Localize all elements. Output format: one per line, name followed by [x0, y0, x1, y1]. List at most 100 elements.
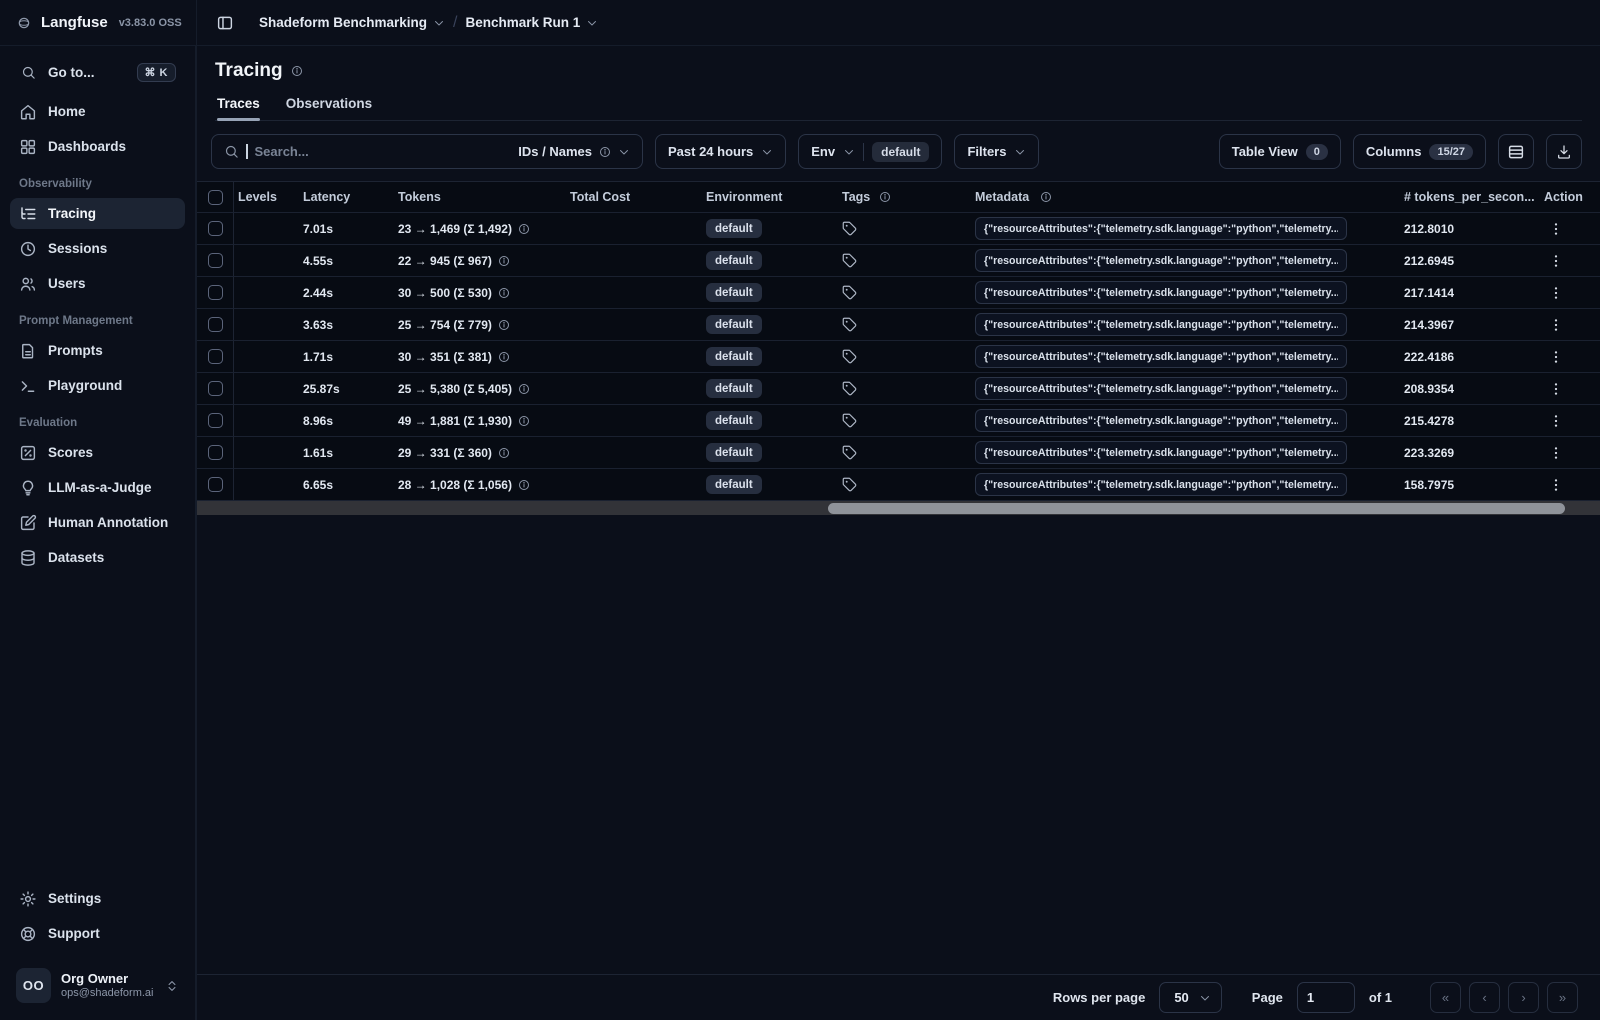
sidebar-toggle-button[interactable]	[211, 9, 239, 37]
metadata-preview[interactable]: {"resourceAttributes":{"telemetry.sdk.la…	[975, 377, 1347, 400]
environment-badge: default	[706, 283, 762, 302]
first-page-button[interactable]: «	[1430, 982, 1461, 1013]
row-checkbox[interactable]	[207, 349, 223, 364]
sidebar-item-llm-as-a-judge[interactable]: LLM-as-a-Judge	[10, 472, 185, 503]
select-all-checkbox[interactable]	[207, 189, 223, 205]
horizontal-scrollbar[interactable]	[197, 501, 1600, 515]
tag-icon[interactable]	[842, 381, 857, 396]
column-header-action[interactable]: Action	[1538, 190, 1600, 204]
tag-icon[interactable]	[842, 413, 857, 428]
sidebar-item-sessions[interactable]: Sessions	[10, 233, 185, 264]
user-account-menu[interactable]: OO Org Owner ops@shadeform.ai	[10, 963, 185, 1008]
row-checkbox[interactable]	[207, 477, 223, 492]
environment-filter[interactable]: Env default	[798, 134, 943, 169]
row-checkbox[interactable]	[207, 317, 223, 332]
chevron-down-icon[interactable]	[433, 17, 445, 29]
sidebar-item-prompts[interactable]: Prompts	[10, 335, 185, 366]
export-download-button[interactable]	[1546, 134, 1582, 169]
sidebar-item-playground[interactable]: Playground	[10, 370, 185, 401]
column-header-tps[interactable]: # tokens_per_secon...	[1402, 190, 1538, 204]
sidebar-item-users[interactable]: Users	[10, 268, 185, 299]
sidebar-item-dashboards[interactable]: Dashboards	[10, 131, 185, 162]
info-icon[interactable]	[291, 65, 303, 77]
metadata-preview[interactable]: {"resourceAttributes":{"telemetry.sdk.la…	[975, 441, 1347, 464]
column-header-levels[interactable]: Levels	[234, 190, 298, 204]
column-header-latency[interactable]: Latency	[298, 190, 394, 204]
row-actions-menu-icon[interactable]	[1544, 217, 1568, 241]
search-mode-selector[interactable]: IDs / Names	[518, 144, 630, 159]
time-range-filter[interactable]: Past 24 hours	[655, 134, 787, 169]
env-label: Env	[811, 144, 836, 159]
info-icon[interactable]	[518, 383, 530, 395]
column-header-tags[interactable]: Tags	[806, 190, 941, 204]
next-page-button[interactable]: ›	[1508, 982, 1539, 1013]
scrollbar-thumb[interactable]	[828, 502, 1565, 514]
metadata-preview[interactable]: {"resourceAttributes":{"telemetry.sdk.la…	[975, 281, 1347, 304]
sidebar-item-label: Dashboards	[48, 139, 127, 154]
row-actions-menu-icon[interactable]	[1544, 441, 1568, 465]
row-actions-menu-icon[interactable]	[1544, 377, 1568, 401]
sidebar-item-support[interactable]: Support	[10, 918, 185, 949]
tag-icon[interactable]	[842, 221, 857, 236]
table-row: 4.55s 22 → 945 (Σ 967) default {"resourc…	[197, 245, 1600, 277]
info-icon[interactable]	[518, 223, 530, 235]
row-actions-menu-icon[interactable]	[1544, 281, 1568, 305]
sidebar-item-datasets[interactable]: Datasets	[10, 542, 185, 573]
goto-search-button[interactable]: Go to... ⌘ K	[10, 56, 185, 88]
row-checkbox[interactable]	[207, 253, 223, 268]
row-height-button[interactable]	[1498, 134, 1534, 169]
row-actions-menu-icon[interactable]	[1544, 473, 1568, 497]
row-checkbox[interactable]	[207, 381, 223, 396]
row-actions-menu-icon[interactable]	[1544, 345, 1568, 369]
tag-icon[interactable]	[842, 445, 857, 460]
row-checkbox[interactable]	[207, 221, 223, 236]
info-icon[interactable]	[498, 447, 510, 459]
page-title: Tracing	[215, 60, 283, 81]
previous-page-button[interactable]: ‹	[1469, 982, 1500, 1013]
row-actions-menu-icon[interactable]	[1544, 409, 1568, 433]
metadata-preview[interactable]: {"resourceAttributes":{"telemetry.sdk.la…	[975, 313, 1347, 336]
column-header-env[interactable]: Environment	[694, 190, 806, 204]
filters-dropdown[interactable]: Filters	[954, 134, 1040, 169]
columns-button[interactable]: Columns 15/27	[1352, 134, 1486, 169]
tag-icon[interactable]	[842, 477, 857, 492]
sidebar-item-settings[interactable]: Settings	[10, 883, 185, 914]
sidebar-item-scores[interactable]: Scores	[10, 437, 185, 468]
sidebar-item-human-annotation[interactable]: Human Annotation	[10, 507, 185, 538]
column-header-tokens[interactable]: Tokens	[394, 190, 566, 204]
column-header-meta[interactable]: Metadata	[941, 190, 1402, 204]
tag-icon[interactable]	[842, 285, 857, 300]
tab-traces[interactable]: Traces	[217, 96, 260, 121]
info-icon[interactable]	[498, 255, 510, 267]
table-view-button[interactable]: Table View 0	[1218, 134, 1341, 169]
metadata-preview[interactable]: {"resourceAttributes":{"telemetry.sdk.la…	[975, 249, 1347, 272]
page-number-input[interactable]: 1	[1296, 982, 1355, 1013]
metadata-preview[interactable]: {"resourceAttributes":{"telemetry.sdk.la…	[975, 217, 1347, 240]
info-icon[interactable]	[498, 287, 510, 299]
row-actions-menu-icon[interactable]	[1544, 313, 1568, 337]
sidebar-item-home[interactable]: Home	[10, 96, 185, 127]
tab-observations[interactable]: Observations	[286, 96, 372, 120]
info-icon[interactable]	[518, 415, 530, 427]
metadata-preview[interactable]: {"resourceAttributes":{"telemetry.sdk.la…	[975, 345, 1347, 368]
row-checkbox[interactable]	[207, 413, 223, 428]
tag-icon[interactable]	[842, 317, 857, 332]
metadata-preview[interactable]: {"resourceAttributes":{"telemetry.sdk.la…	[975, 409, 1347, 432]
last-page-button[interactable]: »	[1547, 982, 1578, 1013]
sidebar-item-tracing[interactable]: Tracing	[10, 198, 185, 229]
column-header-cost[interactable]: Total Cost	[566, 190, 694, 204]
project-switcher[interactable]: Benchmark Run 1	[466, 15, 581, 30]
info-icon[interactable]	[518, 479, 530, 491]
chevron-down-icon[interactable]	[586, 17, 598, 29]
info-icon[interactable]	[498, 319, 510, 331]
rows-per-page-select[interactable]: 50	[1159, 982, 1222, 1013]
tag-icon[interactable]	[842, 349, 857, 364]
metadata-preview[interactable]: {"resourceAttributes":{"telemetry.sdk.la…	[975, 473, 1347, 496]
row-actions-menu-icon[interactable]	[1544, 249, 1568, 273]
row-checkbox[interactable]	[207, 445, 223, 460]
row-checkbox[interactable]	[207, 285, 223, 300]
tag-icon[interactable]	[842, 253, 857, 268]
info-icon[interactable]	[498, 351, 510, 363]
search-input[interactable]: Search... IDs / Names	[211, 134, 643, 169]
org-switcher[interactable]: Shadeform Benchmarking	[259, 15, 427, 30]
